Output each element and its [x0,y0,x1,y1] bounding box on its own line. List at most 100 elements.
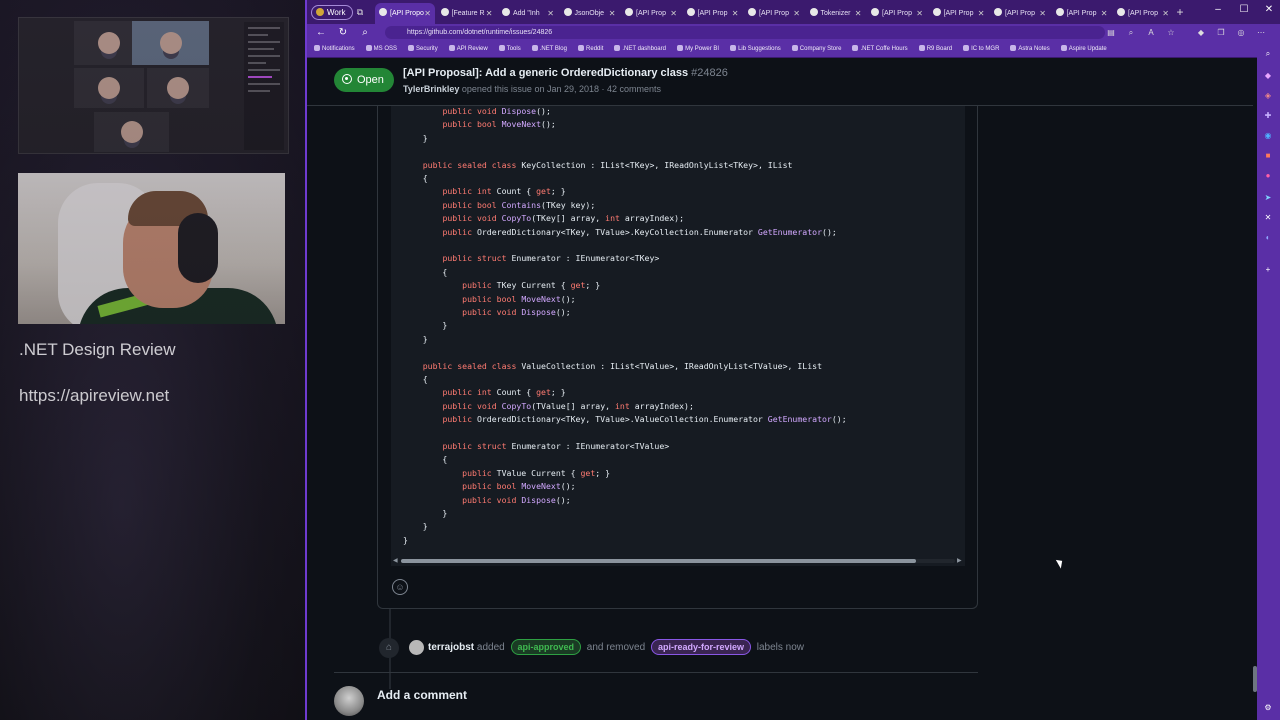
tab-favicon [502,8,510,16]
bookmark-item[interactable]: Astra Notes [1010,41,1050,58]
bookmark-item[interactable]: My Power BI [677,41,719,58]
code-line: public void Dispose(); [462,494,571,505]
browser-tab[interactable]: JsonObje ✕ [560,3,620,24]
code-line: } [403,534,408,545]
sidebar-add-icon[interactable]: + [1263,265,1273,275]
extension-icon[interactable]: ◆ [1195,26,1207,39]
browser-tab[interactable]: [API Prop ✕ [744,3,804,24]
actor-avatar[interactable] [409,640,424,655]
bookmark-item[interactable]: Notifications [314,41,355,58]
read-aloud-icon[interactable]: A [1145,26,1157,39]
bookmark-label: Reddit [586,46,604,52]
search-icon[interactable]: ⌕ [359,26,371,39]
close-tab-icon[interactable]: ✕ [1162,3,1169,24]
bookmark-item[interactable]: IC to MGR [963,41,999,58]
sidebar-games-icon[interactable]: ● [1263,171,1273,181]
close-tab-icon[interactable]: ✕ [609,3,616,24]
browser-tab[interactable]: [API Prop ✕ [683,3,743,24]
bookmark-item[interactable]: MS OSS [365,41,397,58]
browser-tab[interactable]: Tokenizer ✕ [806,3,866,24]
close-tab-icon[interactable]: ✕ [916,3,923,24]
sidebar-search-icon[interactable]: ⌕ [1263,49,1273,59]
sidebar-drop-icon[interactable]: ◐ [1263,233,1273,243]
bookmark-item[interactable]: Reddit [578,41,603,58]
sidebar-shopping-icon[interactable]: ◈ [1263,91,1273,101]
sidebar-tools-icon[interactable]: ✚ [1263,111,1273,121]
close-window-icon[interactable]: ✕ [1262,4,1276,15]
collections-icon[interactable]: ❐ [1215,26,1227,39]
page-scrollbar[interactable] [1253,58,1257,720]
close-tab-icon[interactable]: ✕ [1101,3,1108,24]
browser-tab[interactable]: Add "Inh ✕ [498,3,558,24]
close-tab-icon[interactable]: ✕ [670,3,677,24]
issue-title[interactable]: [API Proposal]: Add a generic OrderedDic… [403,67,728,79]
menu-icon[interactable]: ⋯ [1255,26,1267,39]
close-tab-icon[interactable]: ✕ [1039,3,1046,24]
close-tab-icon[interactable]: ✕ [547,3,554,24]
code-line: public bool MoveNext(); [462,481,576,492]
copilot-icon[interactable]: ◎ [1235,26,1247,39]
minimize-icon[interactable]: – [1211,4,1225,15]
participant-tile [94,112,169,152]
code-line: { [403,454,448,465]
close-tab-icon[interactable]: ✕ [732,3,739,24]
actor-link[interactable]: terrajobst [428,642,474,653]
browser-tab[interactable]: [API Prop ✕ [990,3,1050,24]
maximize-icon[interactable]: ☐ [1237,4,1251,15]
close-tab-icon[interactable]: ✕ [855,3,862,24]
browser-tab[interactable]: [API Propo ✕ [375,3,435,24]
sidebar-send-icon[interactable]: ➤ [1263,193,1273,203]
sidebar-copilot-icon[interactable]: ◆ [1263,71,1273,81]
code-horizontal-scrollbar[interactable]: ◀ ▶ [391,556,965,566]
scroll-right-icon[interactable]: ▶ [957,556,962,566]
issue-author[interactable]: TylerBrinkley [403,84,459,94]
profile-label: Work [327,8,346,17]
browser-tab[interactable]: [API Prop ✕ [929,3,989,24]
host-webcam [18,173,285,324]
scroll-left-icon[interactable]: ◀ [393,556,398,566]
tab-label: [API Prop [1005,10,1035,17]
bookmark-icon [314,45,320,51]
bookmark-item[interactable]: Lib Suggestions [730,41,781,58]
browser-tab[interactable]: [API Prop ✕ [1113,3,1173,24]
close-tab-icon[interactable]: ✕ [424,3,431,24]
browser-tab[interactable]: [API Prop ✕ [621,3,681,24]
zoom-icon[interactable]: ⌕ [1125,26,1137,39]
favorite-icon[interactable]: ☆ [1165,26,1177,39]
bookmark-item[interactable]: Company Store [791,41,842,58]
bookmark-label: Company Store [799,46,842,52]
bookmark-item[interactable]: .NET Blog [531,41,567,58]
refresh-icon[interactable]: ↻ [337,26,349,39]
sidebar-outlook-icon[interactable]: ◉ [1263,131,1273,141]
new-tab-icon[interactable]: + [1175,6,1185,18]
tab-favicon [748,8,756,16]
bookmark-item[interactable]: R9 Board [918,41,952,58]
bookmark-item[interactable]: Aspire Update [1060,41,1107,58]
bookmarks-bar: Notifications MS OSS Security API Review Too… [307,41,1257,58]
sidebar-x-icon[interactable]: ✕ [1263,213,1273,223]
sidebar-settings-icon[interactable]: ⚙ [1263,703,1273,713]
close-tab-icon[interactable]: ✕ [486,3,493,24]
bookmark-item[interactable]: .NET Coffe Hours [852,41,908,58]
bookmark-item[interactable]: Security [408,41,438,58]
close-tab-icon[interactable]: ✕ [978,3,985,24]
label-api-ready-for-review[interactable]: api-ready-for-review [650,639,751,655]
browser-tab[interactable]: [API Prop ✕ [1052,3,1112,24]
add-reaction-button[interactable]: ☺ [392,579,408,595]
bookmark-item[interactable]: Tools [498,41,521,58]
label-api-approved[interactable]: api-approved [510,639,582,655]
close-tab-icon[interactable]: ✕ [793,3,800,24]
sidebar-office-icon[interactable]: ■ [1263,151,1273,161]
workspaces-icon[interactable]: ⧉ [355,7,365,17]
reader-icon[interactable]: ▤ [1105,26,1117,39]
profile-button[interactable]: Work [311,5,353,20]
tab-label: [API Prop [943,10,974,17]
page-scroll-thumb[interactable] [1253,666,1257,692]
address-bar[interactable]: https://github.com/dotnet/runtime/issues… [385,26,1105,39]
browser-tab[interactable]: [Feature R ✕ [437,3,497,24]
back-icon[interactable]: ← [315,26,327,39]
scroll-thumb[interactable] [401,559,916,563]
browser-tab[interactable]: [API Prop ✕ [867,3,927,24]
bookmark-item[interactable]: API Review [448,41,488,58]
bookmark-item[interactable]: .NET dashboard [614,41,666,58]
